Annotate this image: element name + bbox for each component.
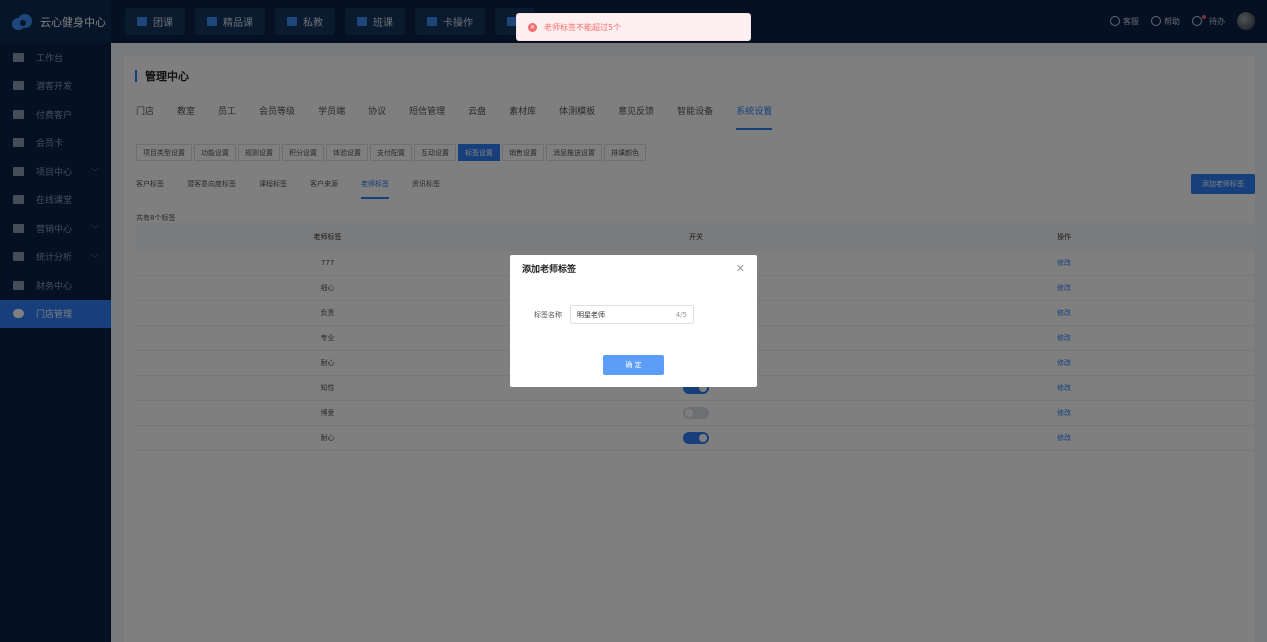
tag-name-value: 明星老师 [577, 310, 605, 319]
add-teacher-tag-dialog: 添加老师标签 ✕ 标签名称 明星老师 4/5 确 定 [510, 255, 757, 387]
dialog-form-row: 标签名称 明星老师 4/5 [510, 305, 757, 324]
toast-message: 老师标签不能超过5个 [544, 22, 622, 32]
tag-name-input[interactable]: 明星老师 4/5 [570, 305, 694, 324]
char-counter: 4/5 [675, 310, 687, 319]
dialog-title: 添加老师标签 [522, 265, 577, 275]
close-icon[interactable]: ✕ [736, 262, 745, 275]
tag-name-label: 标签名称 [534, 310, 562, 319]
error-toast: ✕ 老师标签不能超过5个 [516, 13, 751, 41]
error-icon: ✕ [528, 22, 537, 32]
confirm-button[interactable]: 确 定 [603, 355, 664, 375]
dialog-header: 添加老师标签 ✕ [510, 255, 757, 282]
